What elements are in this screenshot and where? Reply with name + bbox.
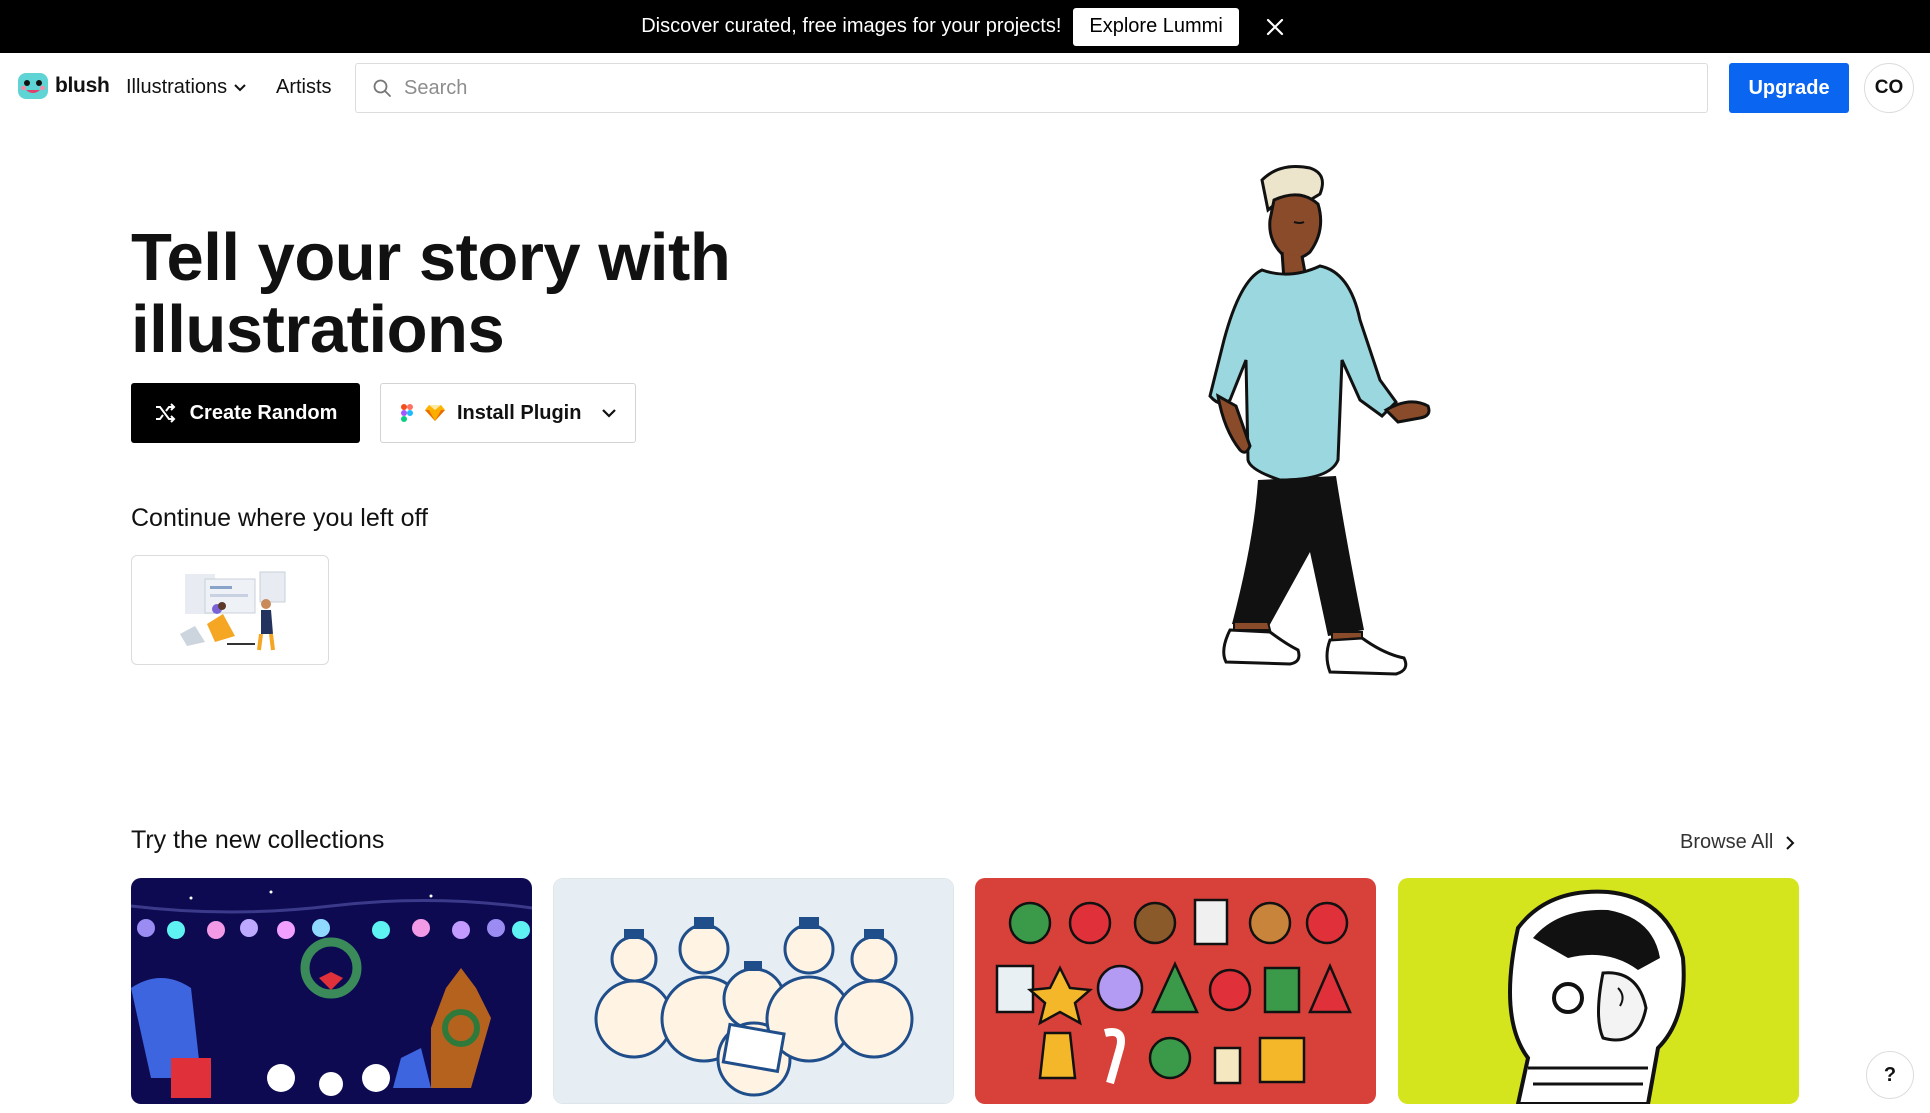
chevron-right-icon — [1786, 835, 1795, 850]
search-bar[interactable] — [355, 63, 1708, 113]
banner-text: Discover curated, free images for your p… — [641, 15, 1062, 37]
figma-icon — [401, 404, 413, 422]
blush-logo-icon — [18, 73, 48, 99]
sketch-icon — [425, 405, 445, 421]
browse-all-label: Browse All — [1680, 831, 1774, 853]
nav-artists-link[interactable]: Artists — [276, 76, 332, 99]
help-button[interactable]: ? — [1866, 1051, 1914, 1099]
install-plugin-label: Install Plugin — [457, 401, 582, 424]
collection-card-astronaut[interactable] — [1398, 878, 1799, 1104]
collection-card-christmas-icons[interactable] — [975, 878, 1376, 1104]
create-random-button[interactable]: Create Random — [131, 383, 360, 443]
nav-illustrations-dropdown[interactable]: Illustrations — [126, 76, 247, 99]
user-avatar[interactable]: CO — [1864, 63, 1914, 113]
logo-text: blush — [55, 74, 110, 97]
top-nav: blush Illustrations Artists Upgrade CO — [0, 53, 1930, 121]
collection-card-snowmen[interactable] — [553, 878, 954, 1104]
chevron-down-icon — [602, 409, 617, 418]
search-icon — [373, 79, 391, 97]
close-icon[interactable] — [1261, 13, 1289, 41]
collection-card-christmas-lights[interactable] — [131, 878, 532, 1104]
recent-illustration-card[interactable] — [131, 555, 329, 665]
nav-artists-label: Artists — [276, 76, 332, 98]
collections-section-title: Try the new collections — [131, 826, 385, 854]
christmas-lights-illustration — [131, 878, 532, 1104]
nav-illustrations-label: Illustrations — [126, 76, 228, 98]
create-random-label: Create Random — [189, 401, 338, 424]
shuffle-icon — [155, 403, 176, 423]
astronaut-illustration — [1398, 878, 1799, 1104]
upgrade-button[interactable]: Upgrade — [1729, 63, 1849, 113]
blush-logo[interactable]: blush — [17, 70, 110, 102]
continue-section-title: Continue where you left off — [131, 504, 428, 532]
browse-all-link[interactable]: Browse All — [1680, 831, 1795, 854]
install-plugin-dropdown[interactable]: Install Plugin — [380, 383, 636, 443]
hero-walking-man-illustration — [1208, 165, 1431, 676]
christmas-icons-illustration — [975, 878, 1376, 1104]
hero-title: Tell your story with illustrations — [131, 220, 731, 367]
promo-banner: Discover curated, free images for your p… — [0, 0, 1930, 53]
recent-illustration-thumbnail — [180, 571, 286, 651]
chevron-down-icon — [234, 83, 246, 91]
snowmen-illustration — [554, 879, 953, 1103]
search-input[interactable] — [404, 76, 1606, 100]
explore-lummi-button[interactable]: Explore Lummi — [1073, 7, 1239, 46]
